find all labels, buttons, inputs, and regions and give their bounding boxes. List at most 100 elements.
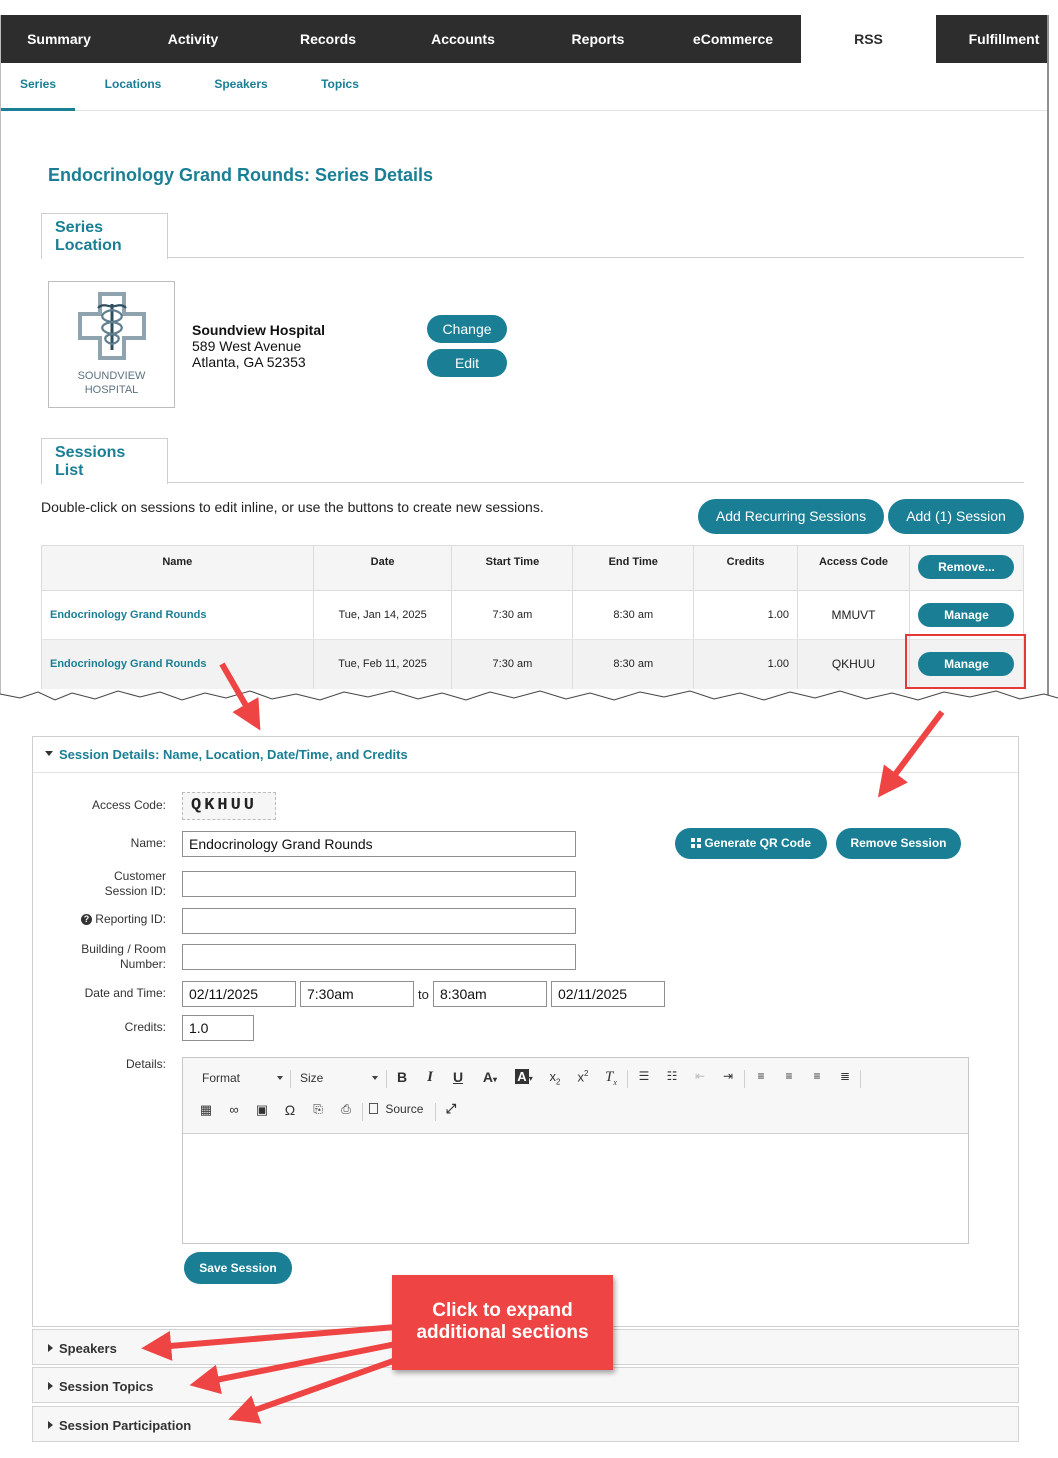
col-start-time[interactable]: Start Time (451, 545, 574, 591)
superscript-icon[interactable]: x2 (573, 1069, 593, 1084)
background-color-icon[interactable]: A ▾ (511, 1069, 537, 1084)
link-icon[interactable]: ∞ (225, 1102, 243, 1117)
edit-location-button[interactable]: Edit (427, 349, 507, 377)
generate-qr-code-label: Generate QR Code (704, 836, 812, 850)
session-details-header[interactable]: Session Details: Name, Location, Date/Ti… (33, 737, 1018, 773)
indent-icon[interactable]: ⇥ (718, 1069, 738, 1083)
size-dropdown[interactable]: Size (293, 1071, 378, 1085)
chevron-down-icon (372, 1076, 378, 1080)
end-time-input[interactable] (433, 981, 547, 1007)
access-code-value: QKHUU (182, 792, 276, 820)
sub-nav: Series Locations Speakers Topics (1, 63, 1047, 111)
name-label: Name: (130, 836, 166, 850)
remove-session-button[interactable]: Remove Session (836, 828, 961, 859)
table-row[interactable]: Endocrinology Grand Rounds Tue, Jan 14, … (41, 590, 1025, 640)
image-icon[interactable]: ▣ (253, 1102, 271, 1118)
manage-session-button[interactable]: Manage (918, 603, 1015, 627)
sessions-list-tab-line2: List (55, 462, 84, 479)
text-color-icon[interactable]: A▾ (477, 1069, 503, 1085)
session-name-input[interactable] (182, 831, 576, 857)
main-nav-accounts[interactable]: Accounts (396, 15, 530, 63)
logo-text-line1: SOUNDVIEW (77, 370, 146, 382)
help-icon[interactable]: ? (80, 914, 92, 925)
start-time-input[interactable] (300, 981, 414, 1007)
sessions-list-tab: Sessions List (41, 438, 168, 484)
editor-toolbar: Format Size B I U A▾ A ▾ x2 x2 Tx ☰ ☷ ⇤ ⇥… (183, 1058, 968, 1134)
justify-icon[interactable]: ≣ (835, 1069, 855, 1083)
sub-nav-locations[interactable]: Locations (93, 63, 173, 111)
location-logo: SOUNDVIEW HOSPITAL (48, 281, 175, 408)
building-room-label-line1: Building / Room (81, 942, 166, 956)
caret-down-icon (45, 751, 53, 756)
generate-qr-code-button[interactable]: Generate QR Code (675, 828, 827, 859)
col-date[interactable]: Date (312, 545, 453, 591)
special-char-icon[interactable]: Ω (281, 1102, 299, 1118)
customer-session-id-input[interactable] (182, 871, 576, 897)
col-name[interactable]: Name (41, 545, 314, 591)
paste-text-icon[interactable]: ⎘ (309, 1102, 327, 1117)
numbered-list-icon[interactable]: ☰ (634, 1069, 654, 1083)
toolbar-separator (362, 1103, 363, 1121)
source-button[interactable]: Source (369, 1102, 431, 1116)
main-nav-rss[interactable]: RSS (801, 15, 936, 63)
sub-nav-topics[interactable]: Topics (306, 63, 374, 111)
session-participation-section[interactable]: Session Participation (32, 1406, 1019, 1442)
maximize-icon[interactable]: ⤢ (442, 1101, 460, 1117)
align-right-icon[interactable]: ≡ (807, 1069, 827, 1083)
building-room-input[interactable] (182, 944, 576, 970)
change-location-button[interactable]: Change (427, 315, 507, 343)
remove-format-icon[interactable]: Tx (601, 1069, 621, 1087)
credits-input[interactable] (182, 1015, 254, 1041)
caret-right-icon (48, 1344, 53, 1352)
main-nav-reports[interactable]: Reports (531, 15, 665, 63)
col-end-time[interactable]: End Time (572, 545, 695, 591)
building-room-label-line2: Number: (119, 957, 166, 971)
col-credits[interactable]: Credits (693, 545, 799, 591)
size-dropdown-label: Size (300, 1071, 324, 1085)
outdent-icon[interactable]: ⇤ (690, 1069, 710, 1083)
sub-nav-speakers[interactable]: Speakers (201, 63, 281, 111)
main-nav-fulfillment[interactable]: Fulfillment (938, 15, 1047, 63)
reporting-id-input[interactable] (182, 908, 576, 934)
add-session-button[interactable]: Add (1) Session (888, 499, 1024, 534)
session-name-link[interactable]: Endocrinology Grand Rounds (50, 658, 206, 670)
format-dropdown-label: Format (202, 1071, 241, 1085)
location-address2: Atlanta, GA 52353 (192, 354, 306, 370)
italic-icon[interactable]: I (421, 1069, 439, 1086)
remove-sessions-button[interactable]: Remove... (918, 555, 1015, 579)
location-address1: 589 West Avenue (192, 338, 302, 354)
main-nav-summary[interactable]: Summary (1, 15, 117, 63)
underline-icon[interactable]: U (449, 1069, 467, 1085)
add-recurring-sessions-button[interactable]: Add Recurring Sessions (698, 499, 884, 534)
col-access-code[interactable]: Access Code (797, 545, 910, 591)
session-credits: 1.00 (693, 590, 799, 640)
main-nav-records[interactable]: Records (261, 15, 395, 63)
toolbar-separator (386, 1070, 387, 1088)
subscript-icon[interactable]: x2 (545, 1069, 565, 1087)
bulleted-list-icon[interactable]: ☷ (662, 1069, 682, 1083)
main-nav-ecommerce[interactable]: eCommerce (666, 15, 800, 63)
format-dropdown[interactable]: Format (193, 1071, 283, 1085)
session-start: 7:30 am (451, 590, 574, 640)
editor-content-area[interactable] (183, 1134, 968, 1244)
start-date-input[interactable] (182, 981, 296, 1007)
align-left-icon[interactable]: ≡ (751, 1069, 771, 1083)
toolbar-separator (744, 1070, 745, 1088)
callout-line2: additional sections (416, 1322, 589, 1343)
main-nav: Summary Activity Records Accounts Report… (1, 15, 1047, 63)
bold-icon[interactable]: B (393, 1069, 411, 1085)
main-nav-activity[interactable]: Activity (126, 15, 260, 63)
paste-word-icon[interactable]: ⎙ (337, 1102, 355, 1117)
sub-nav-series[interactable]: Series (1, 63, 75, 111)
to-label: to (418, 987, 429, 1002)
session-name-link[interactable]: Endocrinology Grand Rounds (50, 609, 206, 621)
qr-grid-icon (690, 838, 701, 848)
end-date-input[interactable] (551, 981, 665, 1007)
logo-text-line2: HOSPITAL (84, 384, 139, 396)
customer-session-id-label-line2: Session ID: (104, 884, 166, 898)
table-icon[interactable]: ▦ (197, 1102, 215, 1118)
align-center-icon[interactable]: ≡ (779, 1069, 799, 1083)
save-session-button[interactable]: Save Session (184, 1252, 292, 1284)
sessions-list-tab-line1: Sessions (55, 444, 126, 461)
session-topics-section[interactable]: Session Topics (32, 1367, 1019, 1403)
